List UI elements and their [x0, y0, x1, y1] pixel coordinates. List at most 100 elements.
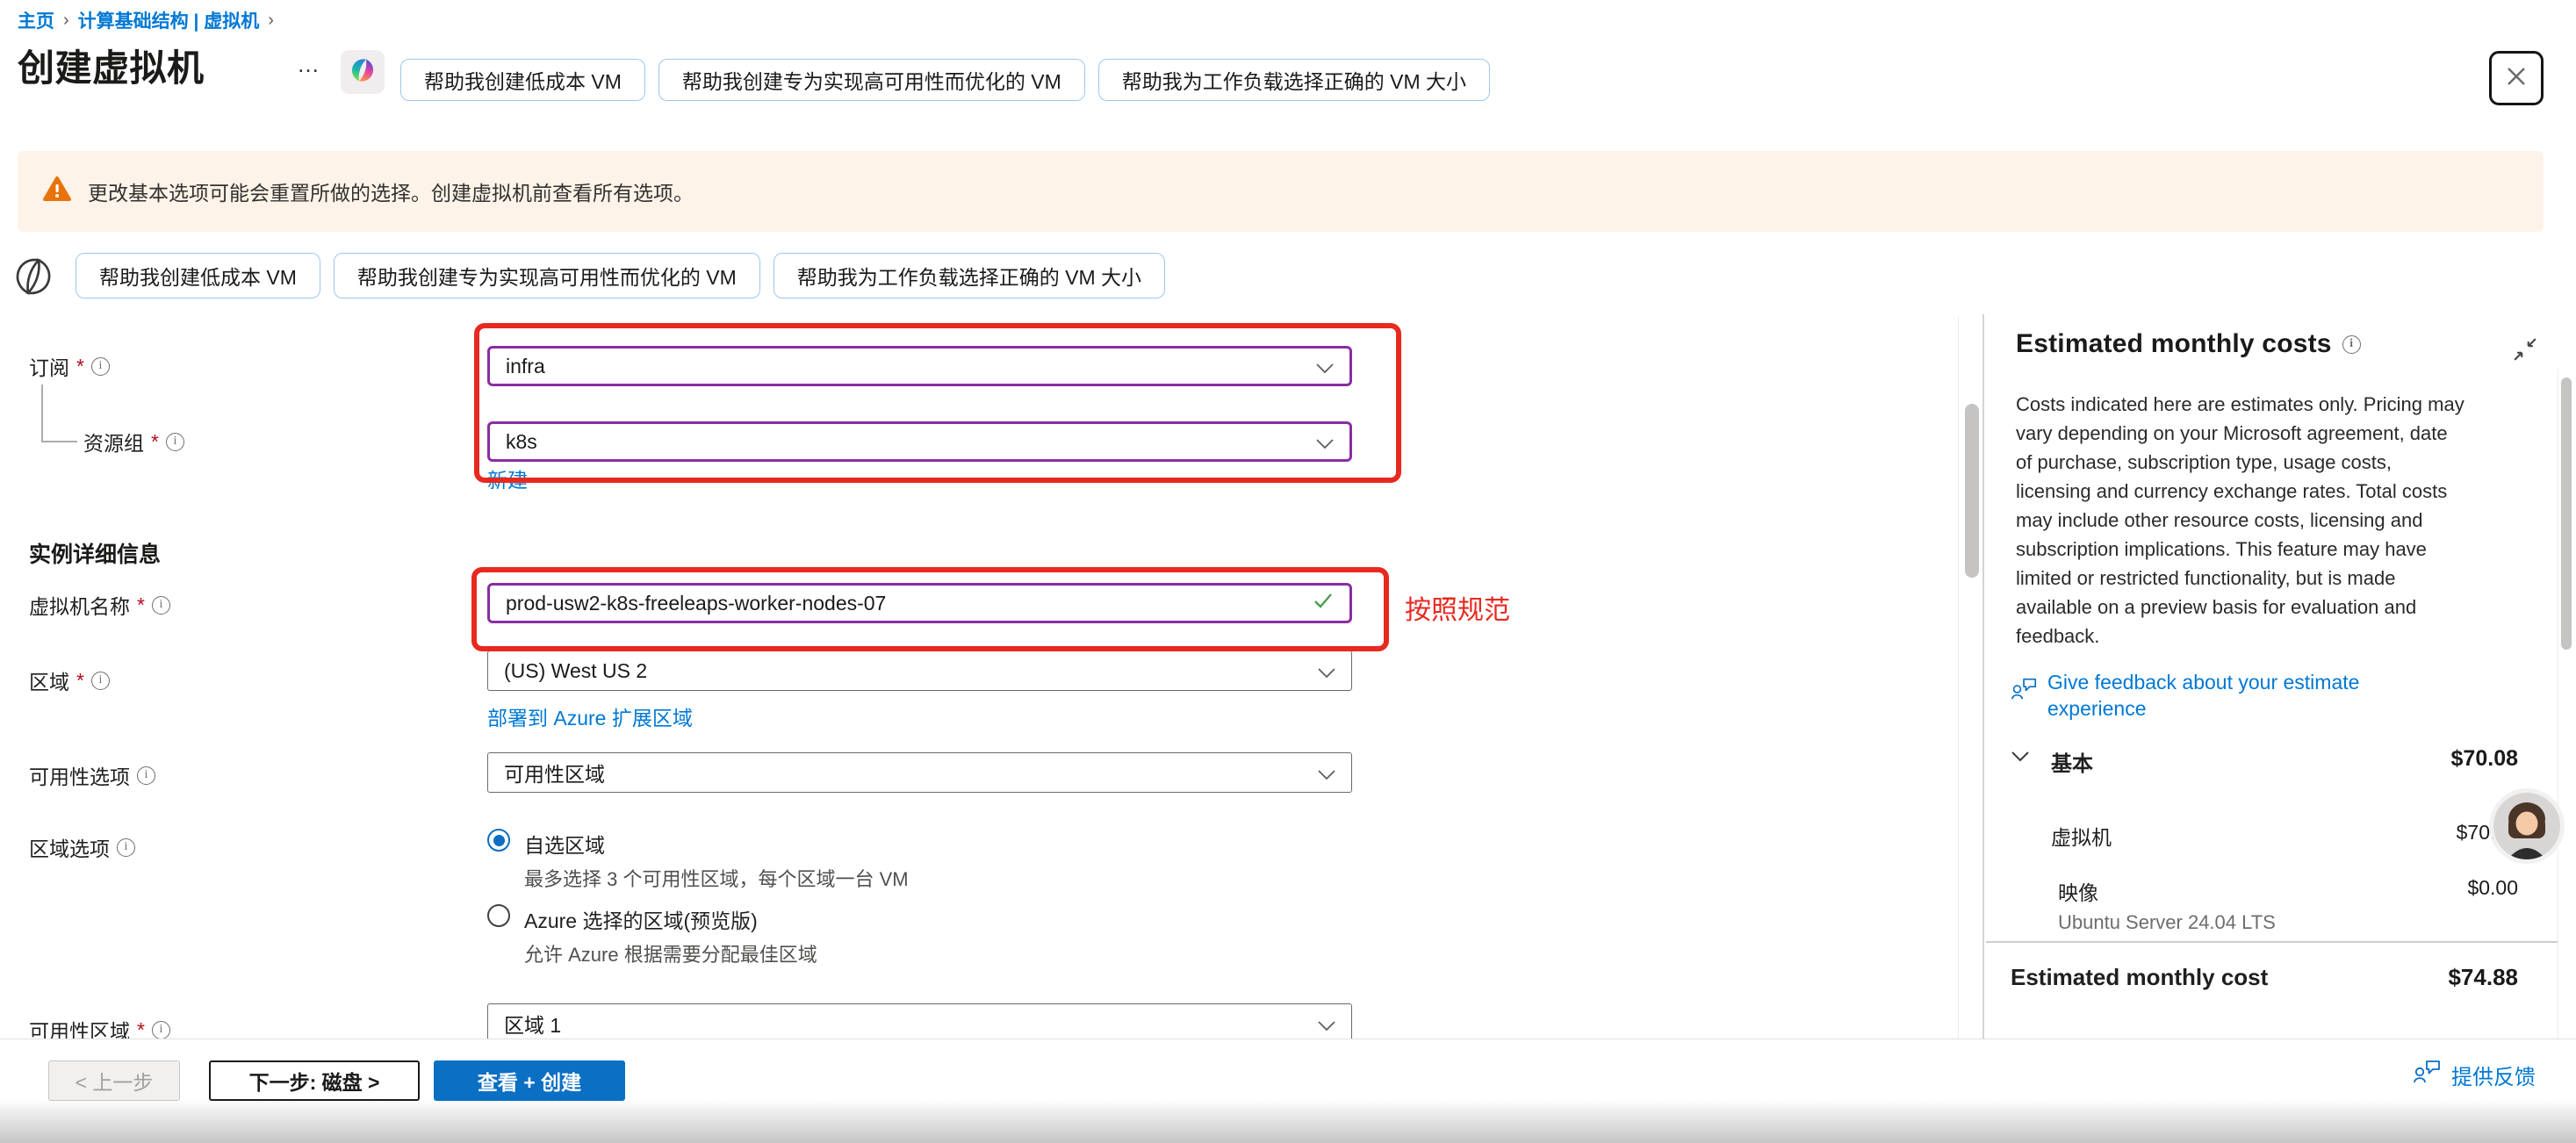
cost-panel-description: Costs indicated here are estimates only.…: [2016, 390, 2468, 651]
cost-group-amount: $70.08: [2451, 746, 2518, 772]
cost-item-name: 映像: [2058, 876, 2098, 906]
copilot-icon: [349, 56, 377, 89]
cost-panel-title-row: Estimated monthly costs: [2016, 329, 2361, 359]
breadcrumb-section-link[interactable]: 计算基础结构 | 虚拟机: [78, 7, 260, 33]
cost-feedback-link[interactable]: Give feedback about your estimate experi…: [2047, 669, 2450, 722]
warning-banner: 更改基本选项可能会重置所做的选择。创建虚拟机前查看所有选项。: [18, 151, 2544, 232]
feedback-icon: [2011, 676, 2039, 708]
chevron-down-icon: [1318, 1012, 1335, 1036]
close-icon: [2503, 63, 2529, 94]
previous-step-button[interactable]: < 上一步: [48, 1060, 180, 1101]
cost-panel-divider: [1986, 941, 2558, 943]
info-icon[interactable]: [117, 838, 135, 857]
footer-bar: < 上一步 下一步: 磁盘 > 查看 + 创建 提供反馈: [0, 1039, 2576, 1143]
give-feedback-row: 提供反馈: [2413, 1059, 2536, 1091]
annotation-text: 按照规范: [1405, 588, 1510, 627]
radio-azure-selected-zones[interactable]: [487, 904, 510, 927]
region-label: 区域 *: [29, 665, 110, 695]
page-title: 创建虚拟机: [18, 39, 205, 92]
region-value: (US) West US 2: [504, 659, 647, 683]
cost-group-name[interactable]: 基本: [2051, 746, 2093, 777]
tree-connector-horizontal: [41, 441, 77, 442]
info-icon[interactable]: [152, 1021, 170, 1039]
info-icon[interactable]: [166, 433, 184, 451]
create-new-resource-group-link[interactable]: 新建: [487, 464, 528, 493]
chevron-down-icon: [1318, 659, 1335, 683]
info-icon[interactable]: [2342, 335, 2361, 354]
chevron-down-icon: [1316, 430, 1334, 454]
radio-azure-selected-zones-desc: 允许 Azure 根据需要分配最佳区域: [524, 939, 817, 967]
subscription-value: infra: [506, 355, 545, 378]
panel-scrollbar-track[interactable]: [2558, 369, 2572, 1039]
collapse-panel-icon[interactable]: [2513, 337, 2537, 366]
subscription-dropdown[interactable]: infra: [487, 346, 1352, 386]
subscription-label: 订阅 *: [29, 351, 110, 381]
required-mark: *: [76, 355, 84, 378]
region-dropdown[interactable]: (US) West US 2: [487, 651, 1352, 691]
valid-check-icon: [1313, 591, 1334, 615]
radio-self-selected-zones-desc: 最多选择 3 个可用性区域，每个区域一台 VM: [524, 864, 909, 892]
resource-group-label: 资源组 *: [83, 427, 184, 456]
main-scrollbar-thumb[interactable]: [1965, 404, 1979, 578]
breadcrumb-home-link[interactable]: 主页: [18, 7, 54, 33]
required-mark: *: [151, 430, 159, 454]
breadcrumb-separator: ›: [268, 11, 274, 31]
breadcrumb-separator: ›: [63, 11, 69, 31]
assistant-avatar[interactable]: [2493, 793, 2560, 859]
tree-connector-vertical: [41, 385, 43, 442]
copilot-suggestion-right-size[interactable]: 帮助我为工作负载选择正确的 VM 大小: [1098, 59, 1490, 101]
info-icon[interactable]: [91, 357, 110, 376]
zone-options-label: 区域选项: [29, 832, 135, 862]
give-feedback-link[interactable]: 提供反馈: [2451, 1060, 2536, 1090]
cost-panel-title: Estimated monthly costs: [2016, 329, 2332, 359]
breadcrumb: 主页 › 计算基础结构 | 虚拟机 ›: [18, 7, 274, 33]
section-title-instance-details: 实例详细信息: [29, 537, 161, 569]
radio-self-selected-zones[interactable]: [487, 829, 510, 852]
vm-name-label: 虚拟机名称 *: [29, 590, 170, 620]
availability-options-label: 可用性选项: [29, 760, 155, 790]
radio-self-selected-zones-label[interactable]: 自选区域: [524, 829, 605, 859]
required-mark: *: [137, 593, 145, 617]
next-step-disks-button[interactable]: 下一步: 磁盘 >: [209, 1060, 420, 1101]
radio-azure-selected-zones-label[interactable]: Azure 选择的区域(预览版): [524, 904, 758, 934]
chevron-down-icon: [1316, 355, 1334, 378]
panel-divider: [1982, 314, 1984, 1039]
copilot-suggestion-high-availability[interactable]: 帮助我创建专为实现高可用性而优化的 VM: [334, 253, 760, 298]
copilot-suggestion-high-availability[interactable]: 帮助我创建专为实现高可用性而优化的 VM: [658, 59, 1085, 101]
form-copilot-suggestions: 帮助我创建低成本 VM 帮助我创建专为实现高可用性而优化的 VM 帮助我为工作负…: [76, 253, 1165, 298]
vm-name-value: prod-usw2-k8s-freeleaps-worker-nodes-07: [506, 592, 886, 615]
info-icon[interactable]: [152, 596, 170, 615]
warning-icon: [42, 176, 72, 207]
create-vm-page: 主页 › 计算基础结构 | 虚拟机 › 创建虚拟机 … 帮助我创建低成本 VM …: [0, 0, 2576, 1143]
resource-group-dropdown[interactable]: k8s: [487, 421, 1352, 462]
cost-total-amount: $74.88: [2448, 964, 2518, 991]
feedback-icon: [2413, 1059, 2443, 1091]
overflow-menu-button[interactable]: …: [297, 51, 322, 78]
close-button[interactable]: [2489, 51, 2544, 105]
copilot-button[interactable]: [341, 50, 385, 94]
availability-zone-value: 区域 1: [504, 1009, 561, 1039]
required-mark: *: [76, 669, 84, 693]
info-icon[interactable]: [137, 766, 155, 785]
resource-group-value: k8s: [506, 430, 537, 454]
cost-total-label: Estimated monthly cost: [2011, 964, 2268, 991]
copilot-suggestion-low-cost[interactable]: 帮助我创建低成本 VM: [76, 253, 320, 298]
panel-scrollbar-thumb[interactable]: [2561, 377, 2572, 650]
main-scrollbar-track[interactable]: [1958, 316, 1983, 1039]
info-icon[interactable]: [91, 672, 110, 690]
vm-name-input[interactable]: prod-usw2-k8s-freeleaps-worker-nodes-07: [487, 583, 1352, 623]
edge-zone-link[interactable]: 部署到 Azure 扩展区域: [487, 701, 693, 731]
warning-banner-text: 更改基本选项可能会重置所做的选择。创建虚拟机前查看所有选项。: [88, 176, 694, 206]
copilot-outline-icon: [12, 255, 54, 302]
availability-options-dropdown[interactable]: 可用性区域: [487, 752, 1352, 793]
header-copilot-suggestions: 帮助我创建低成本 VM 帮助我创建专为实现高可用性而优化的 VM 帮助我为工作负…: [400, 59, 1490, 101]
cost-feedback-link-row: Give feedback about your estimate experi…: [2011, 669, 2450, 722]
cost-group-chevron-icon[interactable]: [2011, 751, 2030, 766]
availability-options-value: 可用性区域: [504, 758, 605, 787]
copilot-suggestion-right-size[interactable]: 帮助我为工作负载选择正确的 VM 大小: [774, 253, 1165, 298]
review-create-button[interactable]: 查看 + 创建: [434, 1060, 625, 1101]
chevron-down-icon: [1318, 761, 1335, 785]
copilot-suggestion-low-cost[interactable]: 帮助我创建低成本 VM: [400, 59, 645, 101]
cost-item-amount: $0.00: [2467, 876, 2518, 900]
cost-item-name: 虚拟机: [2051, 821, 2112, 851]
